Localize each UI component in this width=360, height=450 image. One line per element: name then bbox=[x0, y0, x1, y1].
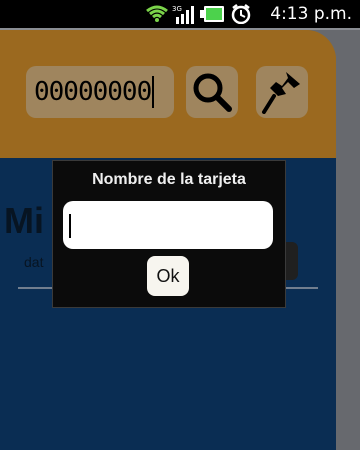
input-caret bbox=[69, 214, 71, 238]
name-dialog: Nombre de la tarjeta Ok bbox=[52, 160, 286, 308]
svg-text:3G: 3G bbox=[172, 5, 182, 13]
battery-icon bbox=[200, 6, 224, 22]
status-bar: 3G 4:13 p.m. bbox=[0, 0, 360, 28]
ok-button[interactable]: Ok bbox=[147, 256, 189, 296]
3g-signal-icon: 3G bbox=[172, 5, 194, 24]
wifi-icon bbox=[146, 5, 168, 22]
alarm-icon bbox=[231, 4, 251, 24]
card-name-input[interactable] bbox=[63, 201, 273, 249]
dialog-title: Nombre de la tarjeta bbox=[92, 171, 246, 188]
status-time: 4:13 p.m. bbox=[270, 4, 352, 24]
